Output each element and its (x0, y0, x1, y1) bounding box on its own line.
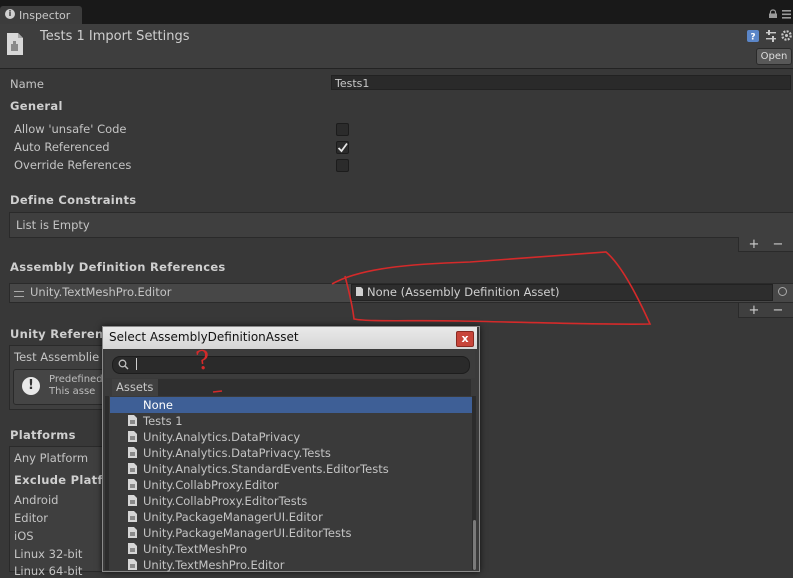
annotation-overlay (212, 251, 652, 393)
red-dash-annotation (212, 390, 223, 393)
red-circle-annotation (331, 251, 652, 326)
